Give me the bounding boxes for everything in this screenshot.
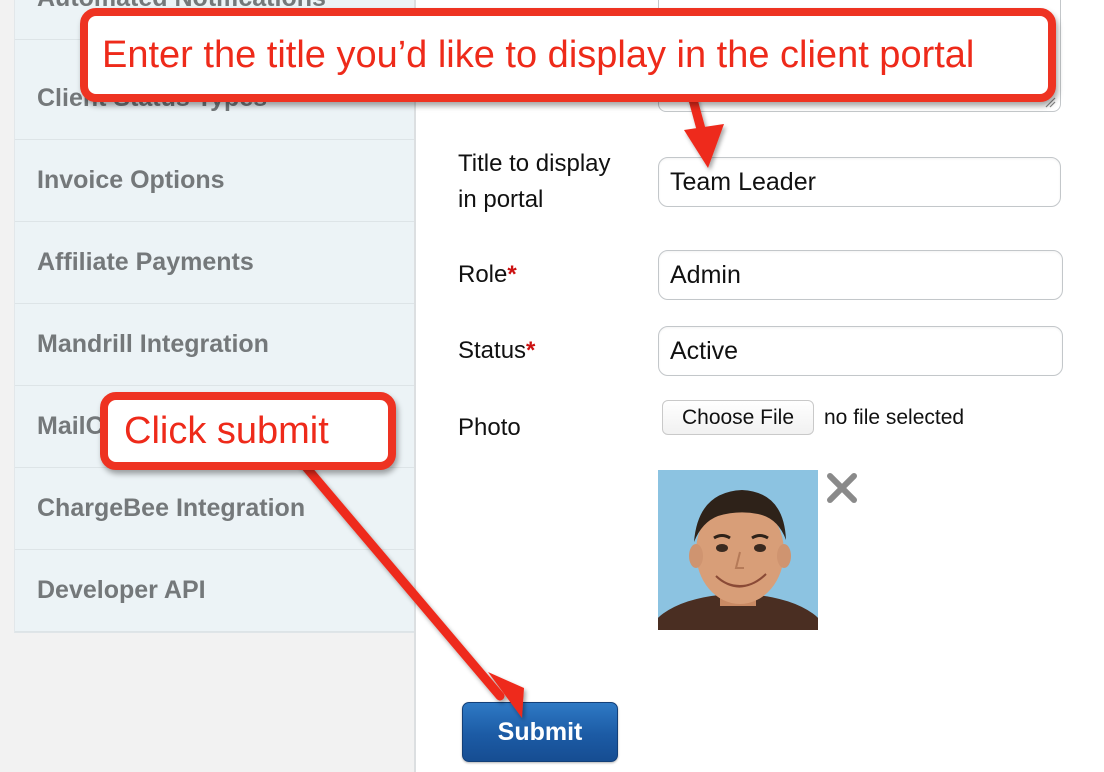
arrow-to-title-input — [684, 91, 724, 168]
annotation-arrows — [295, 91, 724, 718]
callout-click-submit: Click submit — [100, 392, 396, 470]
arrow-to-submit — [295, 455, 524, 718]
callout-enter-title: Enter the title you’d like to display in… — [80, 8, 1056, 102]
